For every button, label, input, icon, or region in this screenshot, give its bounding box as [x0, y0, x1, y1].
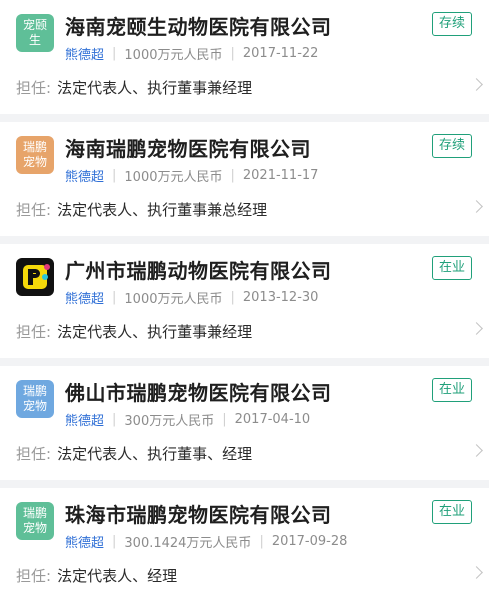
- company-list: 宠颐 生 海南宠颐生动物医院有限公司 存续 熊德超 | 1000万元人民币 | …: [0, 0, 489, 602]
- company-card[interactable]: 瑞鹏 宠物 珠海市瑞鹏宠物医院有限公司 在业 熊德超 | 300.1424万元人…: [0, 488, 489, 602]
- logo-text-line2: 宠物: [22, 521, 47, 535]
- company-card[interactable]: 瑞鹏 宠物 海南瑞鹏宠物医院有限公司 存续 熊德超 | 1000万元人民币 | …: [0, 122, 489, 236]
- logo-text-line1: 瑞鹏: [22, 506, 47, 520]
- company-name[interactable]: 珠海市瑞鹏宠物医院有限公司: [65, 499, 332, 528]
- company-card[interactable]: 广州市瑞鹏动物医院有限公司 在业 熊德超 | 1000万元人民币 | 2013-…: [0, 244, 489, 358]
- logo-text-line2: 宠物: [22, 155, 47, 169]
- company-meta: 熊德超 | 1000万元人民币 | 2013-12-30: [65, 288, 318, 307]
- registered-capital: 300.1424万元人民币: [124, 536, 252, 551]
- duty-row: 担任: 法定代表人、执行董事兼总经理: [16, 199, 267, 220]
- meta-divider: |: [222, 412, 227, 427]
- duty-label: 担任:: [16, 445, 52, 463]
- meta-divider: |: [230, 290, 235, 305]
- status-badge: 在业: [432, 256, 472, 280]
- chevron-right-icon[interactable]: [470, 322, 483, 335]
- meta-divider: |: [230, 168, 235, 183]
- logo-dot-pink: [44, 264, 50, 270]
- status-badge: 存续: [432, 12, 472, 36]
- duty-value: 法定代表人、执行董事兼总经理: [57, 201, 268, 219]
- legal-representative-link[interactable]: 熊德超: [65, 44, 104, 63]
- legal-representative-link[interactable]: 熊德超: [65, 166, 104, 185]
- logo-text-line2: 生: [28, 33, 41, 47]
- established-date: 2017-04-10: [234, 412, 311, 427]
- company-logo: [16, 258, 54, 296]
- duty-value: 法定代表人、执行董事、经理: [57, 445, 253, 463]
- registered-capital: 1000万元人民币: [124, 48, 223, 63]
- established-date: 2017-09-28: [271, 534, 348, 549]
- established-date: 2021-11-17: [242, 168, 319, 183]
- company-logo: 瑞鹏 宠物: [16, 380, 54, 418]
- logo-dot-cyan: [42, 274, 48, 280]
- established-date: 2017-11-22: [242, 46, 319, 61]
- duty-row: 担任: 法定代表人、执行董事兼经理: [16, 77, 252, 98]
- legal-representative-link[interactable]: 熊德超: [65, 288, 104, 307]
- meta-divider: |: [259, 534, 264, 549]
- registered-capital: 1000万元人民币: [124, 170, 223, 185]
- chevron-right-icon[interactable]: [470, 566, 483, 579]
- company-name[interactable]: 广州市瑞鹏动物医院有限公司: [65, 255, 332, 284]
- chevron-right-icon[interactable]: [470, 444, 483, 457]
- logo-text-line1: 瑞鹏: [22, 384, 47, 398]
- duty-label: 担任:: [16, 567, 52, 585]
- company-meta: 熊德超 | 1000万元人民币 | 2021-11-17: [65, 166, 318, 185]
- logo-text-line1: 宠颐: [22, 18, 47, 32]
- meta-divider: |: [112, 168, 117, 183]
- company-name[interactable]: 海南瑞鹏宠物医院有限公司: [65, 133, 311, 162]
- company-meta: 熊德超 | 1000万元人民币 | 2017-11-22: [65, 44, 318, 63]
- company-meta: 熊德超 | 300万元人民币 | 2017-04-10: [65, 410, 310, 429]
- meta-divider: |: [112, 290, 117, 305]
- meta-divider: |: [230, 46, 235, 61]
- meta-divider: |: [112, 412, 117, 427]
- legal-representative-link[interactable]: 熊德超: [65, 410, 104, 429]
- company-name[interactable]: 佛山市瑞鹏宠物医院有限公司: [65, 377, 332, 406]
- logo-text-line2: 宠物: [22, 399, 47, 413]
- duty-row: 担任: 法定代表人、执行董事兼经理: [16, 321, 252, 342]
- status-badge: 存续: [432, 134, 472, 158]
- duty-value: 法定代表人、经理: [57, 567, 178, 585]
- legal-representative-link[interactable]: 熊德超: [65, 532, 104, 551]
- duty-value: 法定代表人、执行董事兼经理: [57, 323, 253, 341]
- meta-divider: |: [112, 534, 117, 549]
- company-logo: 瑞鹏 宠物: [16, 136, 54, 174]
- duty-label: 担任:: [16, 79, 52, 97]
- company-card[interactable]: 宠颐 生 海南宠颐生动物医院有限公司 存续 熊德超 | 1000万元人民币 | …: [0, 0, 489, 114]
- duty-label: 担任:: [16, 201, 52, 219]
- duty-value: 法定代表人、执行董事兼经理: [57, 79, 253, 97]
- company-name[interactable]: 海南宠颐生动物医院有限公司: [65, 11, 332, 40]
- company-card[interactable]: 瑞鹏 宠物 佛山市瑞鹏宠物医院有限公司 在业 熊德超 | 300万元人民币 | …: [0, 366, 489, 480]
- duty-label: 担任:: [16, 323, 52, 341]
- chevron-right-icon[interactable]: [470, 78, 483, 91]
- registered-capital: 1000万元人民币: [124, 292, 223, 307]
- registered-capital: 300万元人民币: [124, 414, 215, 429]
- company-logo: 宠颐 生: [16, 14, 54, 52]
- established-date: 2013-12-30: [242, 290, 319, 305]
- company-meta: 熊德超 | 300.1424万元人民币 | 2017-09-28: [65, 532, 347, 551]
- chevron-right-icon[interactable]: [470, 200, 483, 213]
- company-logo: 瑞鹏 宠物: [16, 502, 54, 540]
- duty-row: 担任: 法定代表人、经理: [16, 565, 177, 586]
- logo-text-line1: 瑞鹏: [22, 140, 47, 154]
- status-badge: 在业: [432, 378, 472, 402]
- meta-divider: |: [112, 46, 117, 61]
- status-badge: 在业: [432, 500, 472, 524]
- duty-row: 担任: 法定代表人、执行董事、经理: [16, 443, 252, 464]
